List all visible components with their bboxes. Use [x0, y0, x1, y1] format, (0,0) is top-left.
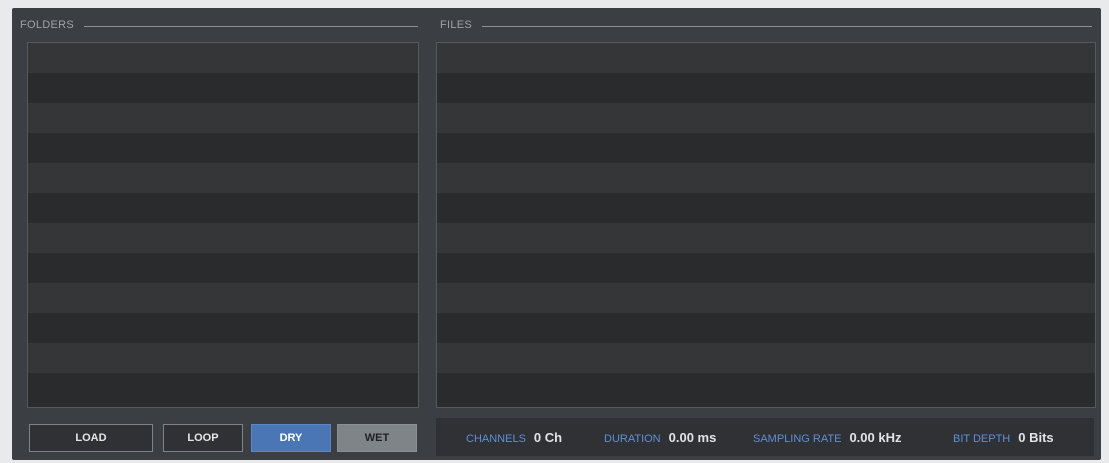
list-row[interactable] — [437, 283, 1095, 313]
list-row[interactable] — [437, 223, 1095, 253]
list-row[interactable] — [28, 163, 418, 193]
list-row[interactable] — [437, 373, 1095, 403]
list-row[interactable] — [437, 193, 1095, 223]
folders-header: FOLDERS — [20, 18, 418, 32]
sampling-rate-value: 0.00 kHz — [849, 429, 902, 445]
folders-divider — [84, 26, 418, 27]
list-row[interactable] — [28, 253, 418, 283]
dry-button[interactable]: DRY — [251, 424, 331, 452]
list-row[interactable] — [28, 343, 418, 373]
file-info-bar: CHANNELS 0 Ch DURATION 0.00 ms SAMPLING … — [436, 418, 1094, 456]
files-divider — [482, 26, 1092, 27]
folders-title: FOLDERS — [20, 19, 75, 31]
loop-button[interactable]: LOOP — [163, 424, 243, 452]
list-row[interactable] — [28, 133, 418, 163]
duration-info: DURATION 0.00 ms — [604, 430, 716, 445]
list-row[interactable] — [28, 283, 418, 313]
load-button[interactable]: LOAD — [29, 424, 153, 452]
list-row[interactable] — [28, 223, 418, 253]
files-title: FILES — [440, 19, 473, 31]
duration-label: DURATION — [604, 432, 661, 445]
channels-label: CHANNELS — [466, 432, 526, 445]
list-row[interactable] — [28, 313, 418, 343]
files-list[interactable] — [436, 42, 1096, 408]
list-row[interactable] — [437, 103, 1095, 133]
files-header: FILES — [440, 18, 1092, 32]
channels-value: 0 Ch — [533, 429, 563, 445]
list-row[interactable] — [437, 313, 1095, 343]
duration-value: 0.00 ms — [668, 429, 717, 445]
sampling-rate-info: SAMPLING RATE 0.00 kHz — [753, 430, 901, 445]
wet-button[interactable]: WET — [337, 424, 417, 452]
list-row[interactable] — [437, 43, 1095, 73]
bit-depth-info: BIT DEPTH 0 Bits — [953, 430, 1054, 445]
sampling-rate-label: SAMPLING RATE — [753, 432, 842, 445]
list-row[interactable] — [28, 73, 418, 103]
bit-depth-label: BIT DEPTH — [953, 432, 1011, 445]
list-row[interactable] — [437, 73, 1095, 103]
folders-list[interactable] — [27, 42, 419, 408]
list-row[interactable] — [437, 253, 1095, 283]
list-row[interactable] — [28, 43, 418, 73]
bit-depth-value: 0 Bits — [1018, 429, 1054, 445]
list-row[interactable] — [437, 163, 1095, 193]
list-row[interactable] — [437, 133, 1095, 163]
channels-info: CHANNELS 0 Ch — [466, 430, 562, 445]
list-row[interactable] — [28, 193, 418, 223]
list-row[interactable] — [28, 373, 418, 403]
list-row[interactable] — [437, 343, 1095, 373]
list-row[interactable] — [28, 103, 418, 133]
